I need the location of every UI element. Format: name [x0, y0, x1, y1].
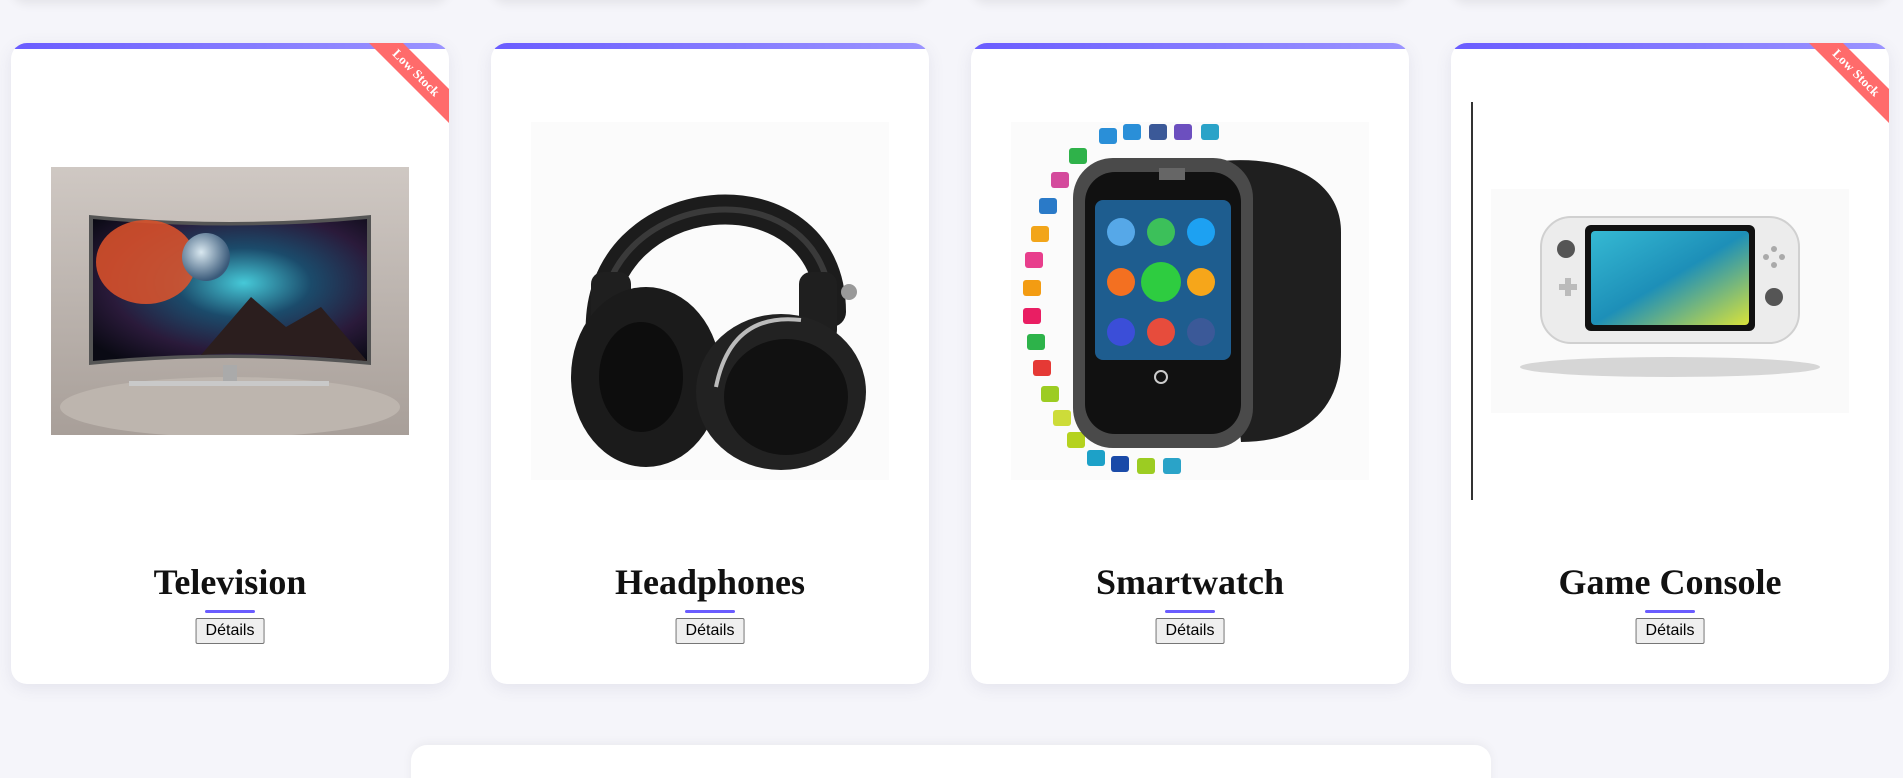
- television-image: [51, 122, 409, 480]
- product-grid: Low Stock Television Détails Headphones …: [11, 43, 1889, 684]
- details-button[interactable]: Détails: [1635, 618, 1705, 644]
- product-card-headphones: Headphones Détails: [491, 43, 929, 684]
- product-title: Television: [153, 562, 307, 602]
- details-button[interactable]: Détails: [1155, 618, 1225, 644]
- title-underline: [205, 610, 255, 613]
- product-title: Game Console: [1558, 562, 1782, 602]
- product-title: Headphones: [614, 562, 806, 602]
- details-button[interactable]: Détails: [195, 618, 265, 644]
- next-section-card: [411, 745, 1491, 778]
- low-stock-badge: Low Stock: [361, 43, 449, 128]
- smartwatch-image: [1011, 122, 1369, 480]
- product-card-smartwatch: Smartwatch Détails: [971, 43, 1409, 684]
- headphones-image: [531, 122, 889, 480]
- title-underline: [1165, 610, 1215, 613]
- details-button[interactable]: Détails: [675, 618, 745, 644]
- low-stock-badge: Low Stock: [1801, 43, 1889, 128]
- title-underline: [685, 610, 735, 613]
- divider-line: [1471, 102, 1473, 500]
- product-card-game-console: Low Stock Game Console Détails: [1451, 43, 1889, 684]
- game-console-image: [1491, 122, 1849, 480]
- product-title: Smartwatch: [1096, 562, 1284, 602]
- product-card-television: Low Stock Television Détails: [11, 43, 449, 684]
- title-underline: [1645, 610, 1695, 613]
